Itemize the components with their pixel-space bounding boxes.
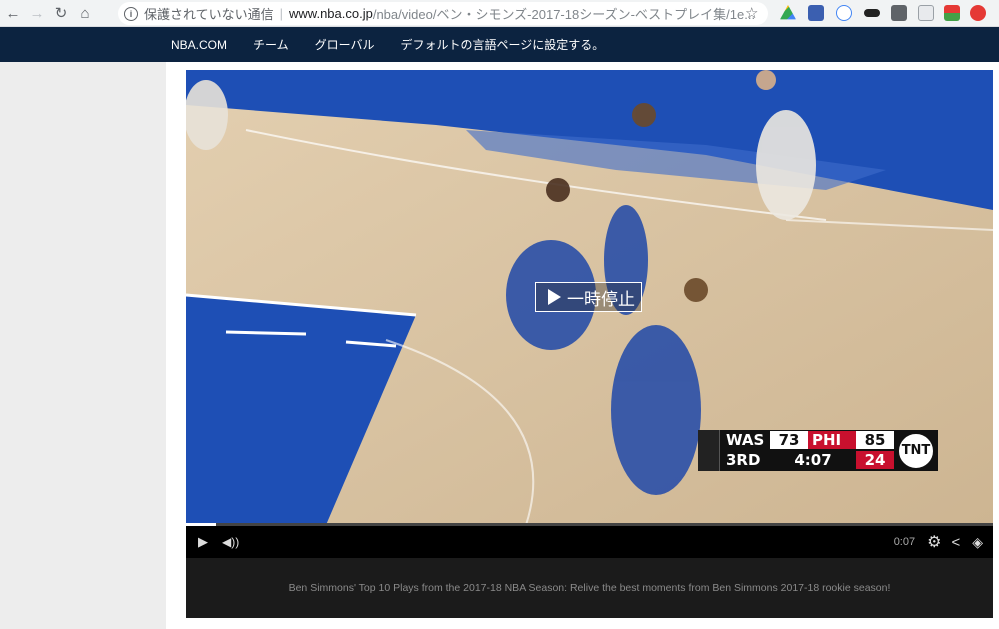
shot-clock: 24 — [856, 451, 894, 469]
nav-nba-com[interactable]: NBA.COM — [171, 38, 227, 52]
home-icon[interactable]: ⌂ — [74, 2, 96, 24]
security-label: 保護されていない通信 — [144, 7, 274, 22]
site-navigation: NBA.COM チーム グローバル デフォルトの言語ページに設定する。 — [0, 27, 999, 62]
reload-icon[interactable]: ↻ — [50, 2, 72, 24]
team1-score: 73 — [770, 431, 808, 449]
address-bar[interactable]: i 保護されていない通信 | www.nba.co.jp /nba/video/… — [118, 2, 768, 25]
video-player[interactable]: 一時停止 WAS 73 PHI 85 3RD 4:07 24 TNT — [186, 70, 993, 525]
fullscreen-icon[interactable]: ◈ — [972, 534, 983, 551]
nav-teams[interactable]: チーム — [253, 36, 289, 53]
pause-label: 一時停止 — [567, 289, 635, 309]
left-panel — [0, 62, 166, 629]
settings-gear-icon[interactable]: ⚙ — [927, 532, 941, 552]
tnt-logo: TNT — [897, 431, 935, 470]
network-logo: TNT — [894, 430, 938, 471]
url-host: www.nba.co.jp — [289, 6, 373, 21]
bookmark-star-icon[interactable]: ☆ — [745, 4, 758, 22]
drive-extension-icon[interactable] — [780, 5, 796, 20]
video-description: Ben Simmons' Top 10 Plays from the 2017-… — [288, 582, 891, 594]
game-clock: 4:07 — [794, 451, 832, 469]
share-icon[interactable]: < — [951, 534, 960, 551]
glasses-extension-icon[interactable] — [864, 9, 880, 17]
image-extension-icon[interactable] — [944, 5, 960, 21]
omnibox-separator: | — [279, 6, 284, 21]
extension-icon-2[interactable] — [808, 5, 824, 21]
nba-logo-icon — [698, 430, 720, 471]
url-path: /nba/video/ベン・シモンズ-2017-18シーズン-ベストプレイ集/1… — [372, 7, 756, 22]
pause-button[interactable]: 一時停止 — [535, 282, 642, 312]
scorebug-rows: WAS 73 PHI 85 3RD 4:07 24 — [720, 430, 894, 471]
shield-extension-icon[interactable] — [891, 5, 907, 21]
info-icon[interactable]: i — [124, 6, 138, 21]
volume-icon[interactable]: ◀)) — [222, 535, 239, 549]
play-icon — [548, 289, 561, 305]
browser-toolbar: ← → ↻ ⌂ i 保護されていない通信 | www.nba.co.jp /nb… — [0, 0, 999, 27]
team2-name: PHI — [808, 431, 856, 449]
clock-extension-icon[interactable] — [836, 5, 852, 21]
badge-extension-icon[interactable] — [970, 5, 986, 21]
scorebug: WAS 73 PHI 85 3RD 4:07 24 TNT — [698, 430, 938, 471]
time-display: 0:07 — [893, 536, 916, 548]
video-controls: ▶ ◀)) 0:07 ⚙ < ◈ — [186, 526, 993, 558]
video-description-bar: Ben Simmons' Top 10 Plays from the 2017-… — [186, 558, 993, 618]
back-icon[interactable]: ← — [2, 2, 24, 24]
play-icon[interactable]: ▶ — [198, 534, 208, 550]
team2-score: 85 — [856, 431, 894, 449]
forward-icon[interactable]: → — [26, 2, 48, 24]
team1-name: WAS — [726, 431, 765, 449]
nav-set-default-language[interactable]: デフォルトの言語ページに設定する。 — [401, 36, 605, 53]
nav-global[interactable]: グローバル — [315, 36, 375, 53]
translate-extension-icon[interactable] — [918, 5, 934, 21]
period: 3RD — [726, 451, 761, 469]
